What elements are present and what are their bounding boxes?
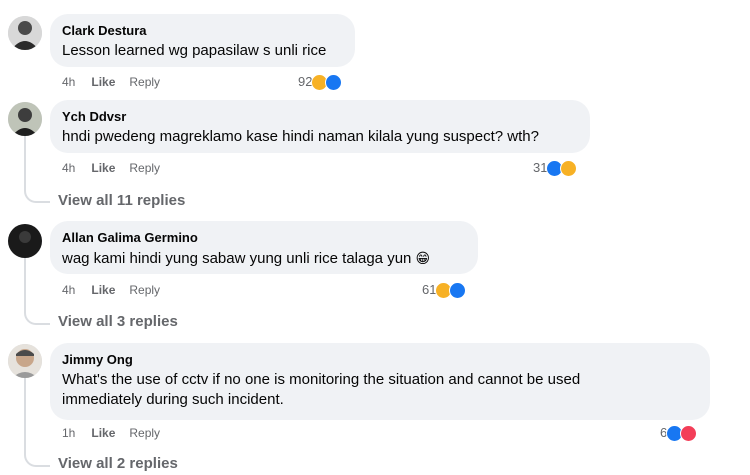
comment-text-line-1: What's the use of cctv if no one is moni… (62, 371, 581, 388)
comment-text: wag kami hindi yung sabaw yung unli rice… (62, 248, 466, 269)
reply-button[interactable]: Reply (129, 74, 160, 90)
comment-time[interactable]: 1h (62, 425, 75, 441)
reaction-count: 61 (422, 282, 437, 297)
comment-bubble: Allan Galima Germino wag kami hindi yung… (50, 221, 478, 274)
like-button[interactable]: Like (91, 160, 115, 176)
avatar[interactable] (8, 16, 42, 50)
comment-text: Lesson learned wg papasilaw s unli rice (62, 42, 327, 59)
comment-actions: 4h Like Reply (62, 74, 160, 90)
thread-line (24, 257, 50, 325)
avatar[interactable] (8, 344, 42, 378)
comment-actions: 4h Like Reply (62, 160, 160, 176)
comment-bubble: Clark Destura Lesson learned wg papasila… (50, 14, 355, 67)
comment-time[interactable]: 4h (62, 74, 75, 90)
reaction-summary[interactable]: 31 (533, 159, 578, 177)
reply-button[interactable]: Reply (129, 282, 160, 298)
view-replies-link[interactable]: View all 11 replies (58, 191, 185, 211)
like-icon (325, 73, 343, 91)
comment-time[interactable]: 4h (62, 282, 75, 298)
love-icon (680, 424, 698, 442)
like-button[interactable]: Like (91, 74, 115, 90)
comment-time[interactable]: 4h (62, 160, 75, 176)
reaction-count: 31 (533, 160, 548, 175)
haha-icon (560, 159, 578, 177)
reaction-summary[interactable]: 92 (298, 73, 343, 91)
comment-bubble: Jimmy Ong What's the use of cctv if no o… (50, 343, 710, 420)
reaction-summary[interactable]: 61 (422, 281, 467, 299)
reaction-summary[interactable]: 6 (660, 424, 698, 442)
view-replies-link[interactable]: View all 3 replies (58, 312, 178, 332)
thread-line (24, 378, 50, 467)
comment-text: hndi pwedeng magreklamo kase hindi naman… (62, 128, 539, 145)
comment-author[interactable]: Allan Galima Germino (62, 229, 466, 246)
comment-actions: 4h Like Reply (62, 282, 160, 298)
avatar[interactable] (8, 224, 42, 258)
view-replies-link[interactable]: View all 2 replies (58, 454, 178, 474)
avatar[interactable] (8, 102, 42, 136)
comment-author[interactable]: Jimmy Ong (62, 351, 698, 368)
reply-button[interactable]: Reply (129, 425, 160, 441)
comment-bubble: Ych Ddvsr hndi pwedeng magreklamo kase h… (50, 100, 590, 153)
like-icon (449, 281, 467, 299)
comment-text-line-2: immediately during such incident. (62, 391, 284, 408)
reply-button[interactable]: Reply (129, 160, 160, 176)
thread-line (24, 135, 50, 203)
like-button[interactable]: Like (91, 282, 115, 298)
like-button[interactable]: Like (91, 425, 115, 441)
comment-author[interactable]: Clark Destura (62, 22, 343, 39)
comment-actions: 1h Like Reply (62, 425, 160, 441)
reaction-count: 92 (298, 74, 313, 89)
comment-text-content: wag kami hindi yung sabaw yung unli rice… (62, 250, 412, 267)
comment-author[interactable]: Ych Ddvsr (62, 108, 578, 125)
grin-emoji-icon: 😁 (415, 250, 431, 266)
